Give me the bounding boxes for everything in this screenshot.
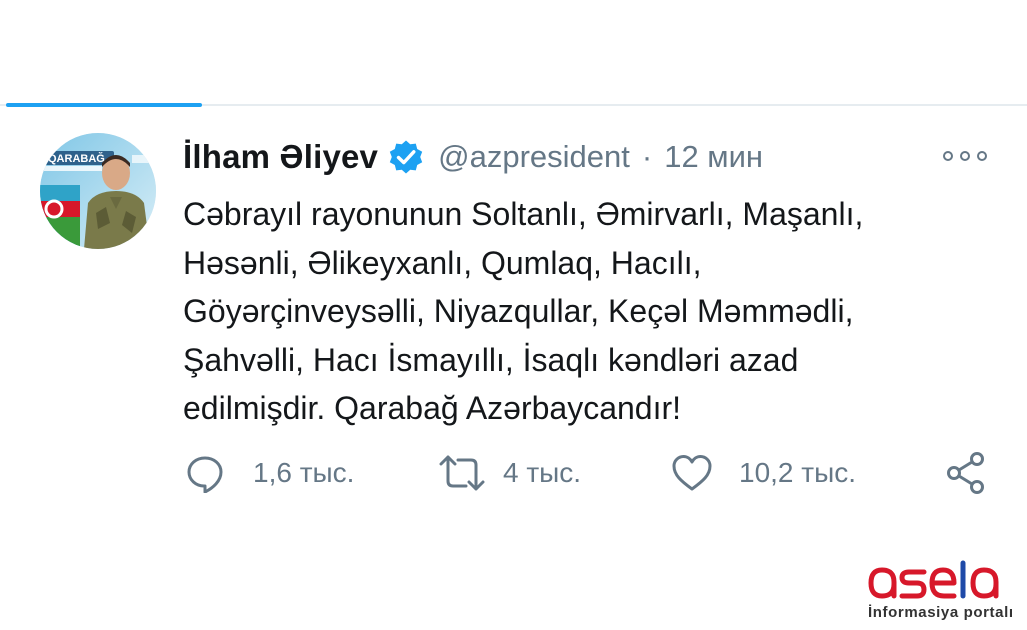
reply-icon <box>187 456 223 493</box>
retweet-button[interactable]: 4 тыс. <box>439 448 581 498</box>
tweet-text-line: Cəbrayıl rayonunun Soltanlı, Əmirvarlı, … <box>183 196 864 232</box>
tab-indicator-bar <box>0 100 1027 108</box>
asela-logo-mark <box>868 560 999 599</box>
retweet-count: 4 тыс. <box>503 457 582 488</box>
reply-button[interactable]: 1,6 тыс. <box>185 448 354 498</box>
author-handle[interactable]: @azpresident <box>438 139 630 175</box>
tweet-timestamp[interactable]: 12 мин <box>664 139 763 175</box>
more-dot <box>960 151 970 161</box>
avatar[interactable]: QARABAĞ <box>40 133 156 249</box>
tweet-header: İlham Əliyev @azpresident · 12 мин <box>183 133 943 181</box>
tweet-text-line: Həsənli, Əlikeyxanlı, Qumlaq, Hacılı, <box>183 244 702 281</box>
verified-badge-icon <box>388 139 424 175</box>
header-separator: · <box>641 139 653 174</box>
tweet-actions: 1,6 тыс. 4 тыс. 10,2 тыс. <box>183 448 993 498</box>
active-tab-indicator <box>6 103 202 107</box>
asela-logo: İnformasiya portalı <box>860 560 1020 624</box>
tweet-screenshot: QARABAĞ İlham Əliyev @azpresident · 12 м… <box>0 0 1027 630</box>
avatar-banner-text: QARABAĞ <box>48 152 105 165</box>
more-dot <box>977 151 987 161</box>
logo-tagline: İnformasiya portalı <box>868 604 1014 621</box>
tweet-text-line: edilmişdir. Qarabağ Azərbaycandır! <box>183 390 682 426</box>
tweet-text-line: Şahvəlli, Hacı İsmayıllı, İsaqlı kəndlər… <box>183 341 799 378</box>
avatar-image: QARABAĞ <box>40 133 156 249</box>
share-button[interactable] <box>945 448 987 498</box>
author-name[interactable]: İlham Əliyev <box>183 138 378 176</box>
retweet-icon <box>439 455 485 491</box>
more-dot <box>943 151 953 161</box>
reply-count: 1,6 тыс. <box>253 457 355 488</box>
tweet-text: Cəbrayıl rayonunun Soltanlı, Əmirvarlı, … <box>183 190 983 433</box>
like-button[interactable]: 10,2 тыс. <box>671 448 856 498</box>
heart-icon <box>672 455 712 491</box>
more-options-icon[interactable] <box>943 146 987 166</box>
tweet-text-line: Göyərçinveysəlli, Niyazqullar, Keçəl Məm… <box>183 293 854 329</box>
share-icon <box>947 452 984 494</box>
like-count: 10,2 тыс. <box>739 457 857 488</box>
